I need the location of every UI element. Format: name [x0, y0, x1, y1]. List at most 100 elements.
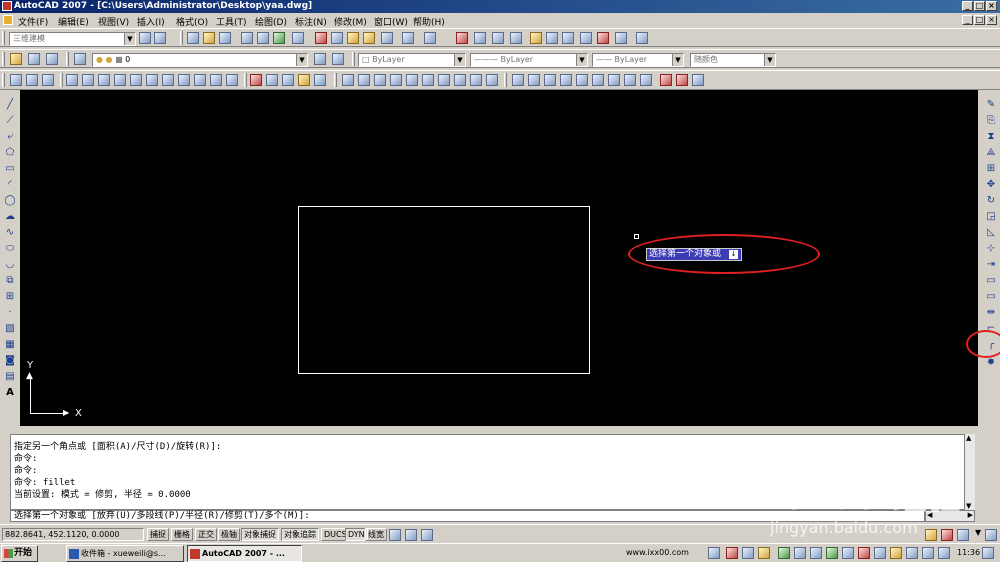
block-editor-icon[interactable]	[381, 32, 393, 44]
layout-icon[interactable]	[421, 529, 433, 541]
layer-previous-icon[interactable]	[28, 53, 40, 65]
spline-icon[interactable]: ∿	[4, 227, 16, 239]
ucs-zaxis-icon[interactable]	[178, 74, 190, 86]
gradient-icon[interactable]: ▦	[4, 339, 16, 351]
scroll-down-icon[interactable]: ▼	[966, 502, 971, 510]
extrude-icon[interactable]	[512, 74, 524, 86]
helix-icon[interactable]	[470, 74, 482, 86]
tray-app-icon[interactable]	[758, 547, 770, 559]
wireframe-icon[interactable]	[266, 74, 278, 86]
workspace-save-icon[interactable]	[154, 32, 166, 44]
move-icon[interactable]: ✥	[985, 179, 997, 191]
line-icon[interactable]: ╱	[4, 99, 16, 111]
redo-icon[interactable]	[424, 32, 436, 44]
save-icon[interactable]	[219, 32, 231, 44]
scroll-up-icon[interactable]: ▲	[966, 434, 971, 442]
rectangle-icon[interactable]: ▭	[4, 163, 16, 175]
menu-format[interactable]: 格式(O)	[176, 15, 208, 28]
chevron-down-icon[interactable]: ▼	[124, 33, 135, 45]
layer-tool-icon[interactable]	[314, 53, 326, 65]
pan-icon[interactable]	[456, 32, 468, 44]
plot-preview-icon[interactable]	[257, 32, 269, 44]
tray-icon[interactable]	[810, 547, 822, 559]
cylinder-icon[interactable]	[422, 74, 434, 86]
network-icon[interactable]	[726, 547, 738, 559]
task-outlook[interactable]: 收件箱 - xueweili@s...	[66, 545, 184, 562]
menu-help[interactable]: 帮助(H)	[413, 15, 445, 28]
construction-line-icon[interactable]: ⟋	[4, 115, 16, 127]
model-paper-icon[interactable]	[389, 529, 401, 541]
revolve-icon[interactable]	[560, 74, 572, 86]
trim-icon[interactable]: ⊹	[985, 243, 997, 255]
chevron-down-icon[interactable]: ▼	[296, 54, 307, 66]
security-icon[interactable]	[778, 547, 790, 559]
tray-icon[interactable]	[858, 547, 870, 559]
3d-align-icon[interactable]	[692, 74, 704, 86]
tray-icon[interactable]	[826, 547, 838, 559]
scale-icon[interactable]: ◲	[985, 211, 997, 223]
tray-icon[interactable]	[906, 547, 918, 559]
snap-toggle[interactable]: 捕捉	[147, 528, 169, 541]
ucs-origin-icon[interactable]	[162, 74, 174, 86]
autocad-app-icon[interactable]	[2, 1, 12, 11]
mirror-icon[interactable]: ⧗	[985, 131, 997, 143]
region-icon[interactable]: ◙	[4, 355, 16, 367]
ucs-world-icon[interactable]	[82, 74, 94, 86]
ucs-y-icon[interactable]	[226, 74, 238, 86]
ellipse-arc-icon[interactable]: ◡	[4, 259, 16, 271]
close-button[interactable]: ×	[986, 1, 997, 11]
coordinate-display[interactable]: 882.8641, 452.1120, 0.0000	[2, 528, 144, 541]
tray-icon[interactable]	[874, 547, 886, 559]
join-icon[interactable]: ⇹	[985, 307, 997, 319]
point-icon[interactable]: ·	[4, 307, 16, 319]
toolbar-grip[interactable]	[66, 52, 69, 66]
conceptual-icon[interactable]	[314, 74, 326, 86]
union-icon[interactable]	[608, 74, 620, 86]
menu-modify[interactable]: 修改(M)	[334, 15, 367, 28]
quick-view-icon[interactable]	[405, 529, 417, 541]
toolbar-grip[interactable]	[2, 31, 5, 45]
publish-icon[interactable]	[273, 32, 285, 44]
doc-close-button[interactable]: ×	[986, 15, 997, 25]
3d-rotate-icon[interactable]	[676, 74, 688, 86]
layer-select[interactable]: ● ● ■ 0 ▼	[92, 53, 308, 67]
tray-icon[interactable]	[982, 547, 994, 559]
ortho-toggle[interactable]: 正交	[195, 528, 217, 541]
menu-file[interactable]: 文件(F)	[18, 15, 48, 28]
orbit-icon[interactable]	[10, 74, 22, 86]
toolbar-lock-icon[interactable]	[925, 529, 937, 541]
ucs-object-icon[interactable]	[130, 74, 142, 86]
circle-icon[interactable]: ◯	[4, 195, 16, 207]
communication-center-icon[interactable]	[941, 529, 953, 541]
tray-icon[interactable]	[890, 547, 902, 559]
wedge-icon[interactable]	[374, 74, 386, 86]
revision-cloud-icon[interactable]: ☁	[4, 211, 16, 223]
toolbar-grip[interactable]	[334, 73, 337, 87]
chevron-down-icon[interactable]: ▼	[672, 54, 683, 66]
menu-window[interactable]: 窗口(W)	[374, 15, 408, 28]
chevron-down-icon[interactable]: ▼	[764, 54, 775, 66]
ucs-x-icon[interactable]	[210, 74, 222, 86]
polysolid-icon[interactable]	[342, 74, 354, 86]
menu-dimension[interactable]: 标注(N)	[295, 15, 327, 28]
3d-move-icon[interactable]	[660, 74, 672, 86]
grid-toggle[interactable]: 栅格	[171, 528, 193, 541]
planar-surface-icon[interactable]	[486, 74, 498, 86]
plot-icon[interactable]	[241, 32, 253, 44]
ucs-face-icon[interactable]	[114, 74, 126, 86]
layer-tool2-icon[interactable]	[332, 53, 344, 65]
presspull-icon[interactable]	[528, 74, 540, 86]
status-menu-icon[interactable]: ▼	[975, 528, 981, 537]
stretch-icon[interactable]: ◺	[985, 227, 997, 239]
make-current-icon[interactable]	[46, 53, 58, 65]
ucs-icon[interactable]	[66, 74, 78, 86]
paste-icon[interactable]	[347, 32, 359, 44]
toolbar-grip[interactable]	[180, 31, 183, 45]
lineweight-toggle[interactable]: 线宽	[365, 528, 387, 541]
copy-object-icon[interactable]: ⎘	[985, 115, 997, 127]
ucs-view-icon[interactable]	[146, 74, 158, 86]
command-history[interactable]: 指定另一个角点或 [面积(A)/尺寸(D)/旋转(R)]: 命令: 命令: 命令…	[10, 434, 975, 510]
color-select[interactable]: □ ByLayer ▼	[358, 53, 466, 67]
box-icon[interactable]	[358, 74, 370, 86]
sphere-icon[interactable]	[406, 74, 418, 86]
